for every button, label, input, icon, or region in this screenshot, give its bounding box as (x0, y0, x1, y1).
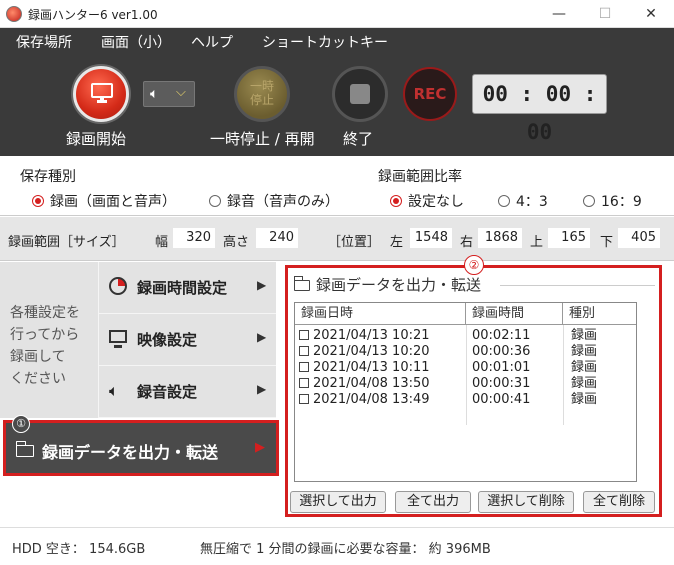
top-field[interactable]: 165 (548, 228, 590, 248)
chevron-right-icon: ▶ (257, 330, 267, 344)
delete-all-button[interactable]: 全て削除 (583, 491, 655, 513)
toolbar: 🔈︎ ⌵ 一時 停止 REC 00 : 00 : 00 録画開始 一時停止 / … (0, 54, 674, 156)
menu-save-location[interactable]: 保存場所 (16, 32, 72, 52)
nav-export-transfer[interactable]: ① 録画データを出力・転送 ▶ (3, 415, 279, 476)
chevron-right-icon: ▶ (257, 278, 267, 292)
export-all-button[interactable]: 全て出力 (395, 491, 471, 513)
height-label: 高さ (223, 235, 250, 250)
delete-selected-button[interactable]: 選択して削除 (478, 491, 574, 513)
maximize-button[interactable]: ☐ (582, 0, 628, 28)
annotation-badge-2: ② (464, 255, 484, 275)
audio-source-dropdown[interactable]: 🔈︎ ⌵ (143, 81, 195, 107)
column-header-kind[interactable]: 種別 (563, 303, 636, 325)
required-capacity: 無圧縮で 1 分間の録画に必要な容量： 約 396MB (200, 542, 491, 557)
left-info-panel: 各種設定を 行ってから 録画して ください (0, 262, 98, 418)
export-selected-button[interactable]: 選択して出力 (290, 491, 386, 513)
position-label: ［位置］ (328, 235, 381, 250)
left-label: 左 (390, 235, 404, 250)
stop-icon (350, 84, 370, 104)
recording-table: 録画日時 録画時間 種別 2021/04/13 10:21 00:02:11 録… (294, 302, 637, 482)
folder-icon (294, 276, 310, 291)
radio-ratio-none[interactable]: 設定なし (390, 191, 464, 211)
menu-bar: 保存場所 画面（小） ヘルプ ショートカットキー (0, 28, 674, 54)
speaker-icon: 🔈︎ (109, 381, 119, 400)
hdd-free-space: HDD 空き： 154.6GB (12, 542, 146, 557)
radio-audio-only[interactable]: 録音（音声のみ） (209, 191, 339, 211)
bottom-label: 下 (600, 235, 614, 250)
table-row[interactable]: 2021/04/08 13:50 00:00:31 録画 (295, 376, 636, 392)
monitor-icon (91, 83, 113, 98)
export-panel: ② 録画データを出力・転送 録画日時 録画時間 種別 2021/04/13 10… (285, 255, 662, 517)
top-label: 上 (530, 235, 544, 250)
column-header-duration[interactable]: 録画時間 (466, 303, 563, 325)
chevron-right-icon: ▶ (257, 382, 267, 396)
ratio-title: 録画範囲比率 (378, 169, 462, 185)
row-checkbox[interactable] (299, 346, 309, 356)
app-icon (6, 6, 22, 22)
recording-range-bar: 録画範囲［サイズ］ 幅 320 高さ 240 ［位置］ 左 1548 右 186… (0, 217, 674, 261)
chevron-right-icon: ▶ (255, 440, 265, 455)
pause-button[interactable]: 一時 停止 (234, 66, 290, 122)
nav-video-settings[interactable]: 映像設定 ▶ (98, 314, 276, 366)
stop-label: 終了 (343, 130, 374, 148)
table-row[interactable]: 2021/04/13 10:20 00:00:36 録画 (295, 344, 636, 360)
save-type-title: 保存種別 (20, 169, 76, 185)
row-checkbox[interactable] (299, 394, 309, 404)
chevron-down-icon: ⌵ (176, 85, 186, 100)
stop-button[interactable] (332, 66, 388, 122)
radio-screen-and-audio[interactable]: 録画（画面と音声） (32, 191, 176, 211)
bottom-field[interactable]: 405 (618, 228, 660, 248)
record-start-label: 録画開始 (66, 130, 127, 148)
timer-display: 00 : 00 : 00 (472, 74, 607, 144)
minimize-button[interactable]: — (536, 0, 582, 28)
left-field[interactable]: 1548 (410, 228, 452, 248)
window-title: 録画ハンター6 ver1.00 (28, 8, 158, 22)
right-field[interactable]: 1868 (478, 228, 522, 248)
menu-shortcut-keys[interactable]: ショートカットキー (262, 32, 388, 52)
width-label: 幅 (155, 235, 169, 250)
close-button[interactable]: ✕ (628, 0, 674, 28)
column-header-date[interactable]: 録画日時 (295, 303, 466, 325)
height-field[interactable]: 240 (256, 228, 298, 248)
table-row[interactable]: 2021/04/13 10:21 00:02:11 録画 (295, 328, 636, 344)
pause-label: 一時停止 / 再開 (210, 130, 315, 148)
table-row[interactable]: 2021/04/08 13:49 00:00:41 録画 (295, 392, 636, 408)
row-checkbox[interactable] (299, 330, 309, 340)
record-start-button[interactable] (73, 66, 129, 122)
menu-screen-size[interactable]: 画面（小） (101, 32, 171, 52)
row-checkbox[interactable] (299, 362, 309, 372)
rec-indicator: REC (403, 67, 457, 121)
folder-icon (16, 441, 34, 457)
title-bar: 録画ハンター6 ver1.00 — ☐ ✕ (0, 0, 674, 28)
menu-help[interactable]: ヘルプ (191, 32, 233, 52)
right-label: 右 (460, 235, 474, 250)
settings-panel: 保存種別 録画（画面と音声） 録音（音声のみ） 録画範囲比率 設定なし 4：3 … (0, 156, 674, 216)
panel-title: 録画データを出力・転送 (316, 276, 482, 294)
nav-audio-settings[interactable]: 🔈︎ 録音設定 ▶ (98, 366, 276, 418)
pie-chart-icon (109, 277, 127, 295)
radio-ratio-4-3[interactable]: 4：3 (498, 191, 548, 211)
status-bar: HDD 空き： 154.6GB 無圧縮で 1 分間の録画に必要な容量： 約 39… (0, 527, 674, 565)
width-field[interactable]: 320 (173, 228, 215, 248)
instruction-text: 各種設定を 行ってから 録画して ください (10, 305, 80, 387)
monitor-icon (109, 330, 127, 348)
table-row[interactable]: 2021/04/13 10:11 00:01:01 録画 (295, 360, 636, 376)
row-checkbox[interactable] (299, 378, 309, 388)
radio-ratio-16-9[interactable]: 16：9 (583, 191, 642, 211)
annotation-badge-1: ① (12, 415, 30, 433)
range-size-label: 録画範囲［サイズ］ (8, 235, 125, 250)
speaker-icon: 🔈︎ (150, 86, 159, 102)
nav-recording-time-settings[interactable]: 録画時間設定 ▶ (98, 262, 276, 314)
